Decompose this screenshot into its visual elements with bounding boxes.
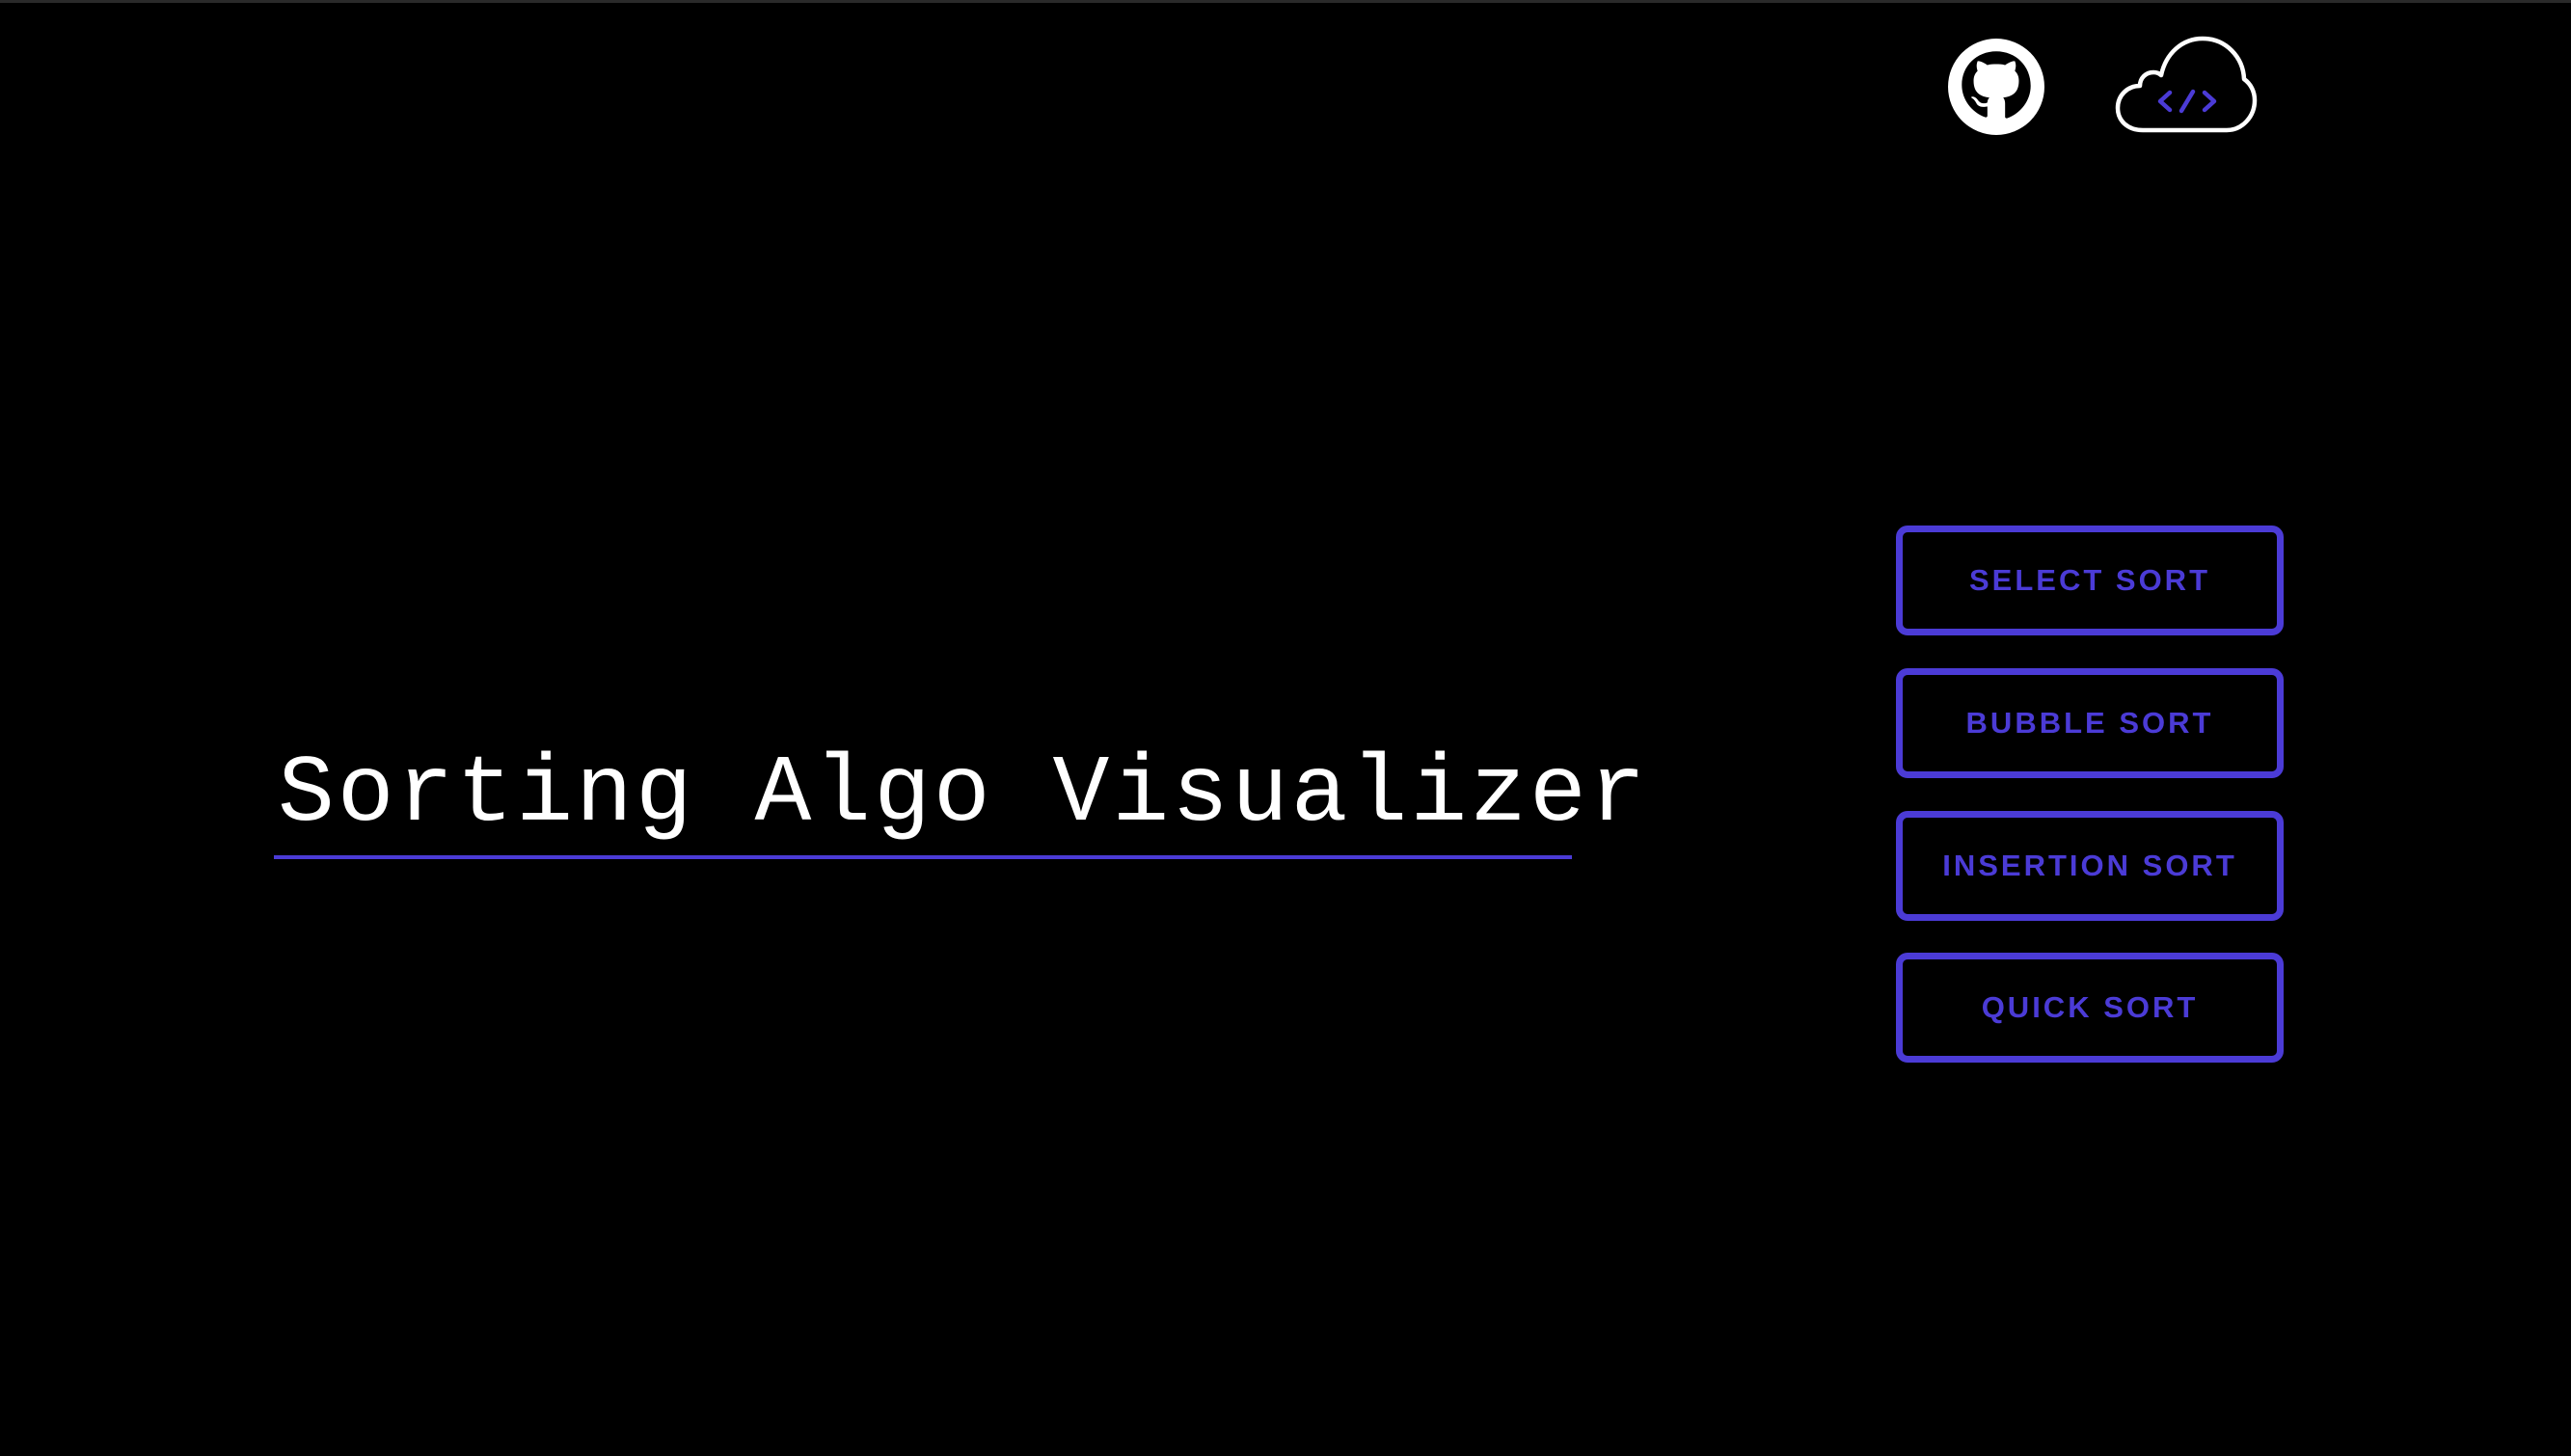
insertion-sort-button[interactable]: INSERTION SORT xyxy=(1896,811,2284,921)
github-link[interactable] xyxy=(1947,38,2045,136)
select-sort-button[interactable]: SELECT SORT xyxy=(1896,526,2284,635)
title-section: Sorting Algo Visualizer xyxy=(274,736,1649,859)
bubble-sort-button[interactable]: BUBBLE SORT xyxy=(1896,668,2284,778)
page-title: Sorting Algo Visualizer xyxy=(278,741,1649,849)
cloud-code-icon xyxy=(2115,36,2258,133)
quick-sort-button[interactable]: QUICK SORT xyxy=(1896,953,2284,1063)
cloud-code-link[interactable] xyxy=(2114,34,2259,136)
app-page: Sorting Algo Visualizer SELECT SORT BUBB… xyxy=(0,0,2571,1456)
github-icon xyxy=(1948,39,2044,135)
sort-menu: SELECT SORT BUBBLE SORT INSERTION SORT Q… xyxy=(1896,526,2284,1095)
title-underline xyxy=(274,855,1572,859)
